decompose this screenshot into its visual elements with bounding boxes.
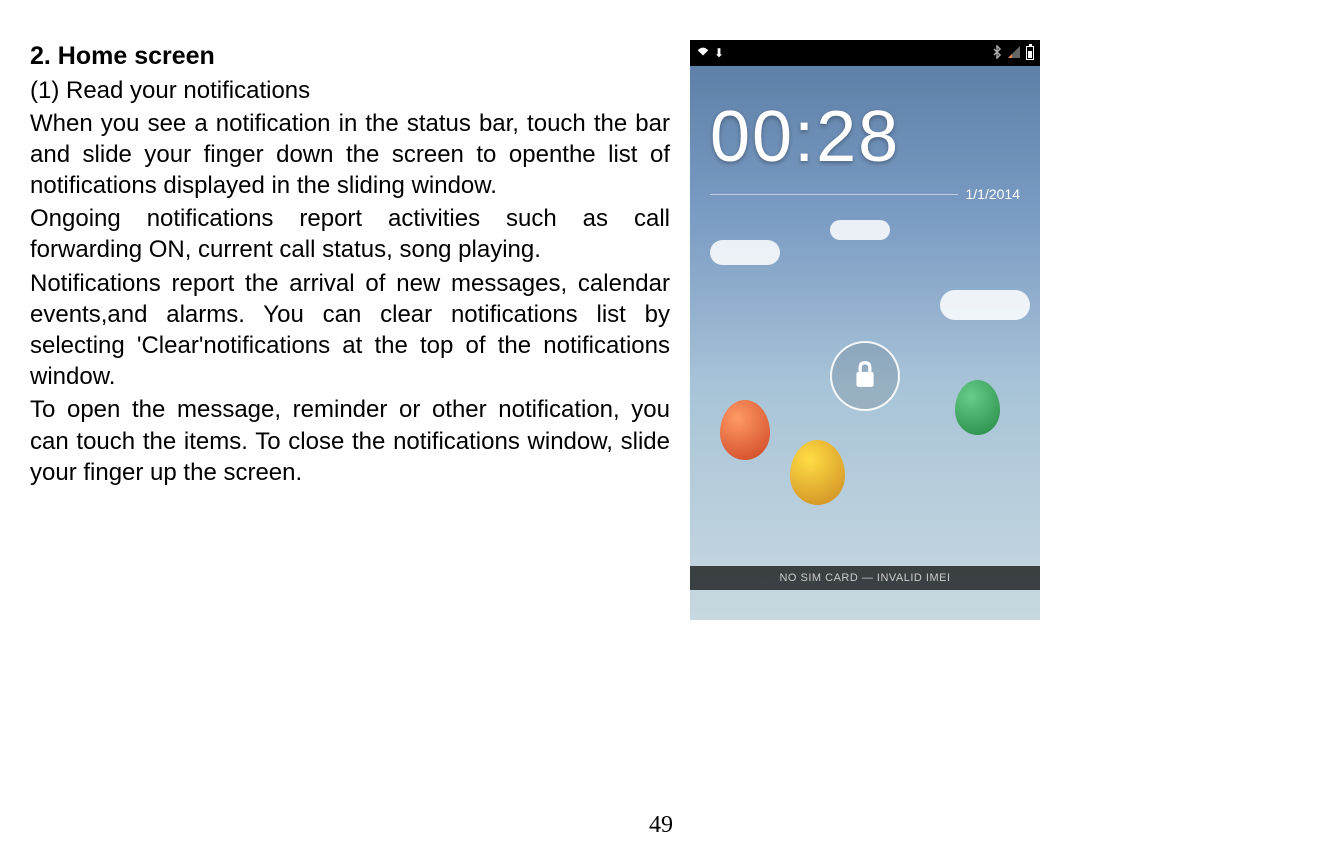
date-text: 1/1/2014: [966, 186, 1021, 202]
status-bar-left: ⬇: [696, 46, 724, 61]
page-number: 49: [649, 812, 673, 839]
paragraph-2: Ongoing notifications report activities …: [30, 203, 670, 265]
paragraph-3: Notifications report the arrival of new …: [30, 268, 670, 393]
divider: [710, 194, 958, 195]
status-bar-right: [992, 45, 1034, 62]
page-content: 2. Home screen (1) Read your notificatio…: [30, 40, 1292, 620]
subsection-title: (1) Read your notifications: [30, 75, 670, 106]
cloud-decoration: [940, 290, 1030, 320]
battery-icon: [1026, 46, 1034, 60]
download-icon: ⬇: [714, 46, 724, 60]
lock-icon: [852, 359, 878, 394]
section-heading: 2. Home screen: [30, 40, 670, 73]
cloud-decoration: [830, 220, 890, 240]
date-line: 1/1/2014: [710, 186, 1020, 202]
time-display: 00:28: [710, 96, 1020, 178]
balloon-decoration: [790, 440, 845, 505]
paragraph-4: To open the message, reminder or other n…: [30, 394, 670, 488]
bluetooth-icon: [992, 45, 1002, 62]
lock-button[interactable]: [830, 341, 900, 411]
balloon-decoration: [955, 380, 1000, 435]
paragraph-1: When you see a notification in the statu…: [30, 108, 670, 202]
cloud-decoration: [710, 240, 780, 265]
wifi-icon: [696, 46, 710, 61]
text-column: 2. Home screen (1) Read your notificatio…: [30, 40, 670, 620]
status-bar: ⬇: [690, 40, 1040, 66]
phone-lockscreen-screenshot: ⬇ 00:28 1/1/2014: [690, 40, 1040, 620]
signal-icon: [1008, 46, 1020, 61]
balloon-decoration: [720, 400, 770, 460]
sim-status-banner: NO SIM CARD — INVALID IMEI: [690, 566, 1040, 590]
clock-widget: 00:28 1/1/2014: [690, 66, 1040, 212]
